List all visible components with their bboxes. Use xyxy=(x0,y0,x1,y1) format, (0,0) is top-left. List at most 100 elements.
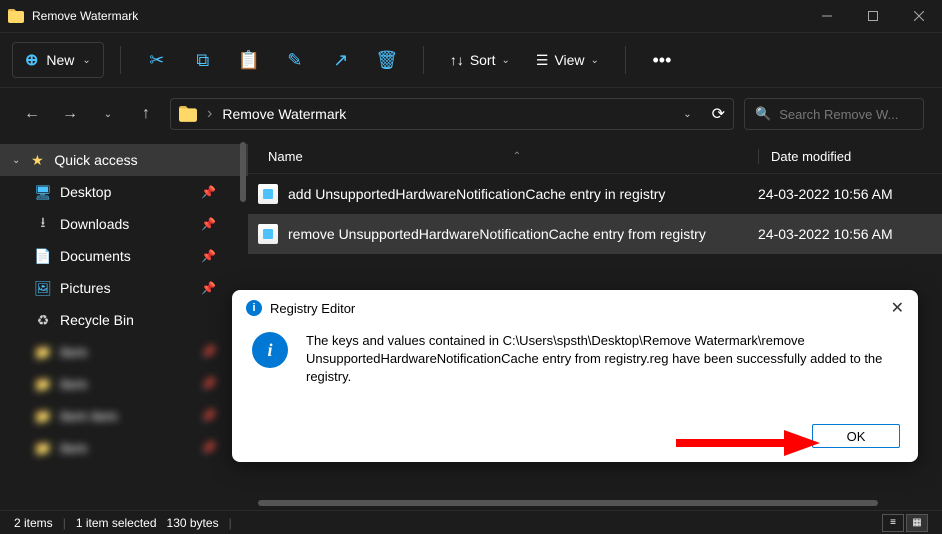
more-button[interactable]: ••• xyxy=(642,42,682,78)
dialog-title: Registry Editor xyxy=(270,301,355,316)
breadcrumb[interactable]: › Remove Watermark ⌄ ⟳ xyxy=(170,98,734,130)
file-name: remove UnsupportedHardwareNotificationCa… xyxy=(288,226,758,242)
folder-icon xyxy=(8,9,24,23)
status-item-count: 2 items xyxy=(14,516,53,530)
recycle-icon: ♻ xyxy=(34,311,52,329)
sidebar-item-label: Downloads xyxy=(60,216,129,232)
download-icon: ⭳ xyxy=(34,215,52,233)
status-selected: 1 item selected xyxy=(76,516,157,530)
chevron-down-icon: ⌄ xyxy=(82,55,90,66)
sidebar-item-label: Documents xyxy=(60,248,131,264)
chevron-down-icon[interactable]: ⌄ xyxy=(683,109,691,120)
share-button[interactable]: ↗ xyxy=(321,42,361,78)
window-title: Remove Watermark xyxy=(32,9,138,23)
separator xyxy=(423,46,424,74)
sidebar-item-documents[interactable]: 📄 Documents 📌 xyxy=(0,240,248,272)
navigation-bar: ← → ⌄ ↑ › Remove Watermark ⌄ ⟳ 🔍 Search … xyxy=(0,88,942,140)
ok-button[interactable]: OK xyxy=(812,424,900,448)
sidebar-item-label: Pictures xyxy=(60,280,111,296)
column-header-name[interactable]: Name ⌃ xyxy=(268,149,758,164)
cut-button[interactable]: ✂ xyxy=(137,42,177,78)
sidebar-item-pictures[interactable]: 🖼 Pictures 📌 xyxy=(0,272,248,304)
breadcrumb-segment[interactable]: Remove Watermark xyxy=(222,106,346,122)
file-name: add UnsupportedHardwareNotificationCache… xyxy=(288,186,758,202)
toolbar: ⊕ New ⌄ ✂ ⧉ 📋 ✎ ↗ 🗑 ↑↓ Sort ⌄ ☰ View ⌄ •… xyxy=(0,32,942,88)
new-button[interactable]: ⊕ New ⌄ xyxy=(12,42,104,78)
reg-file-icon xyxy=(258,184,278,204)
document-icon: 📄 xyxy=(34,247,52,265)
column-headers: Name ⌃ Date modified xyxy=(248,140,942,174)
separator xyxy=(120,46,121,74)
sort-button[interactable]: ↑↓ Sort ⌄ xyxy=(440,52,520,68)
separator: | xyxy=(63,516,66,530)
window-controls xyxy=(804,0,942,32)
dialog-close-button[interactable]: ✕ xyxy=(891,298,904,318)
file-date: 24-03-2022 10:56 AM xyxy=(758,186,893,202)
paste-button[interactable]: 📋 xyxy=(229,42,269,78)
maximize-button[interactable] xyxy=(850,0,896,32)
back-button[interactable]: ← xyxy=(18,100,46,128)
up-button[interactable]: ↑ xyxy=(132,100,160,128)
rename-button[interactable]: ✎ xyxy=(275,42,315,78)
separator xyxy=(625,46,626,74)
reg-file-icon xyxy=(258,224,278,244)
close-button[interactable] xyxy=(896,0,942,32)
window-titlebar: Remove Watermark xyxy=(0,0,942,32)
sidebar-item-hidden[interactable]: 📁Item📌 xyxy=(0,368,248,400)
pin-icon: 📌 xyxy=(201,217,216,231)
history-dropdown[interactable]: ⌄ xyxy=(94,100,122,128)
sidebar-item-label: Quick access xyxy=(54,152,137,168)
pictures-icon: 🖼 xyxy=(34,279,52,297)
sidebar-item-desktop[interactable]: 🖥 Desktop 📌 xyxy=(0,176,248,208)
search-icon: 🔍 xyxy=(755,106,771,122)
dialog-footer: OK xyxy=(812,424,900,448)
sidebar-item-label: Recycle Bin xyxy=(60,312,134,328)
minimize-button[interactable] xyxy=(804,0,850,32)
new-label: New xyxy=(46,52,74,68)
desktop-icon: 🖥 xyxy=(34,183,52,201)
status-bar: 2 items | 1 item selected 130 bytes | ≡ … xyxy=(0,510,942,534)
sort-label: Sort xyxy=(470,52,496,68)
dialog-body: i The keys and values contained in C:\Us… xyxy=(232,326,918,393)
file-date: 24-03-2022 10:56 AM xyxy=(758,226,893,242)
info-icon: i xyxy=(246,300,262,316)
copy-button[interactable]: ⧉ xyxy=(183,42,223,78)
scrollbar-thumb[interactable] xyxy=(240,142,246,202)
file-row[interactable]: add UnsupportedHardwareNotificationCache… xyxy=(248,174,942,214)
separator: | xyxy=(229,516,232,530)
sidebar-item-quick-access[interactable]: ⌄ ★ Quick access xyxy=(0,144,248,176)
pin-icon: 📌 xyxy=(201,281,216,295)
delete-button[interactable]: 🗑 xyxy=(367,42,407,78)
view-button[interactable]: ☰ View ⌄ xyxy=(526,52,609,69)
sidebar-item-hidden[interactable]: 📁Item📌 xyxy=(0,336,248,368)
pin-icon: 📌 xyxy=(201,185,216,199)
refresh-button[interactable]: ⟳ xyxy=(712,104,725,124)
sidebar-item-downloads[interactable]: ⭳ Downloads 📌 xyxy=(0,208,248,240)
thumbnails-view-button[interactable]: ▦ xyxy=(906,514,928,532)
sidebar-item-hidden[interactable]: 📁Item📌 xyxy=(0,432,248,464)
chevron-down-icon: ⌄ xyxy=(502,55,510,66)
sidebar-item-recycle-bin[interactable]: ♻ Recycle Bin xyxy=(0,304,248,336)
sort-indicator-up: ⌃ xyxy=(513,151,521,162)
pin-icon: 📌 xyxy=(201,249,216,263)
sidebar-item-hidden[interactable]: 📁Item item📌 xyxy=(0,400,248,432)
details-view-button[interactable]: ≡ xyxy=(882,514,904,532)
chevron-down-icon: ⌄ xyxy=(12,155,20,166)
search-input[interactable]: 🔍 Search Remove W... xyxy=(744,98,924,130)
dialog-message: The keys and values contained in C:\User… xyxy=(306,332,898,387)
star-icon: ★ xyxy=(28,151,46,169)
sidebar: ⌄ ★ Quick access 🖥 Desktop 📌 ⭳ Downloads… xyxy=(0,140,248,510)
chevron-right-icon: › xyxy=(207,105,212,123)
info-icon: i xyxy=(252,332,288,368)
column-header-date[interactable]: Date modified xyxy=(758,149,942,164)
chevron-down-icon: ⌄ xyxy=(591,55,599,66)
forward-button[interactable]: → xyxy=(56,100,84,128)
registry-editor-dialog: i Registry Editor ✕ i The keys and value… xyxy=(232,290,918,462)
plus-icon: ⊕ xyxy=(25,50,38,70)
view-label: View xyxy=(554,52,584,68)
horizontal-scrollbar[interactable] xyxy=(258,500,932,510)
status-size: 130 bytes xyxy=(167,516,219,530)
dialog-titlebar: i Registry Editor ✕ xyxy=(232,290,918,326)
file-row[interactable]: remove UnsupportedHardwareNotificationCa… xyxy=(248,214,942,254)
view-icon: ☰ xyxy=(536,52,549,69)
